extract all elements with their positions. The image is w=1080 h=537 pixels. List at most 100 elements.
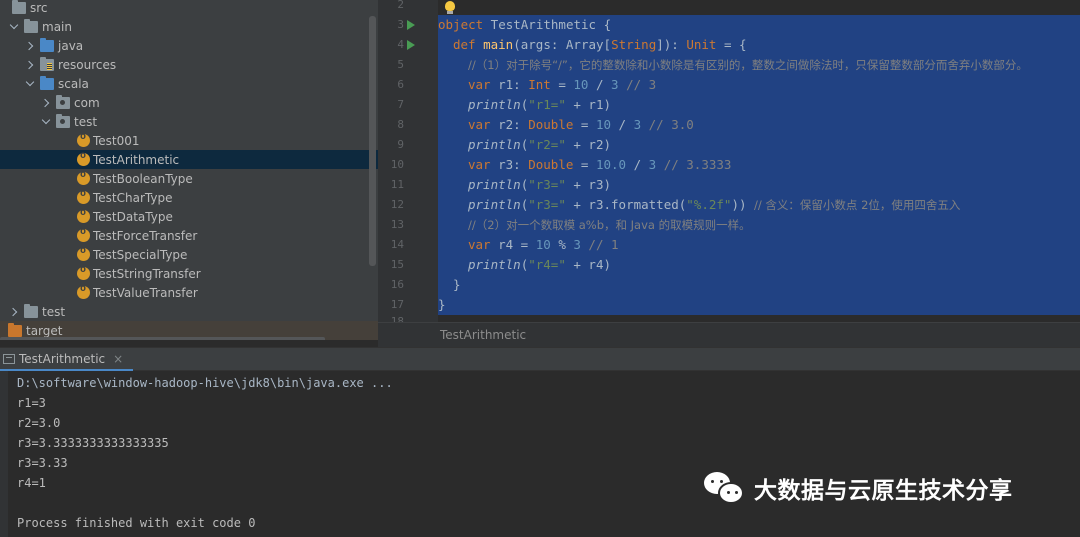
keyword: var <box>468 77 491 92</box>
tree-item-label: resources <box>58 57 117 72</box>
keyword: def <box>453 37 476 52</box>
breadcrumb-item[interactable]: TestArithmetic <box>440 328 526 342</box>
scala-object-icon <box>77 188 90 204</box>
tree-item-java[interactable]: java <box>0 36 378 55</box>
function-call: println <box>468 197 521 212</box>
console-line: r4=1 <box>17 476 46 490</box>
run-tool-window-header: TestArithmetic × <box>0 347 1080 371</box>
code-text: } <box>453 277 461 292</box>
tree-item-teststringtransfer[interactable]: TestStringTransfer <box>0 264 378 283</box>
watermark-text: 大数据与云原生技术分享 <box>754 478 1013 504</box>
tree-item-com[interactable]: com <box>0 93 378 112</box>
code-line-14[interactable]: var r4 = 10 % 3 // 1 <box>468 235 619 255</box>
tree-item-testchartype[interactable]: TestCharType <box>0 188 378 207</box>
code-text: r3: <box>490 157 529 172</box>
chevron-right-icon[interactable] <box>24 59 36 71</box>
tree-item-testarithmetic[interactable]: TestArithmetic <box>0 150 378 169</box>
tree-item-testdatatype[interactable]: TestDataType <box>0 207 378 226</box>
function-call: println <box>468 137 521 152</box>
code-line-8[interactable]: var r2: Double = 10 / 3 // 3.0 <box>468 115 694 135</box>
code-text: } <box>438 297 446 312</box>
type-name: String <box>611 37 657 52</box>
code-line-17[interactable]: } <box>438 295 446 315</box>
number-literal: 10 <box>535 237 551 252</box>
tree-item-label: TestStringTransfer <box>93 266 201 281</box>
code-line-13[interactable]: //（2）对一个数取模 a%b，和 Java 的取模规则一样。 <box>468 215 751 235</box>
function-name: main <box>483 37 514 52</box>
comment: // 1 <box>580 237 619 252</box>
tree-item-test-package[interactable]: test <box>0 112 378 131</box>
type-name: Double <box>528 157 574 172</box>
line-number: 12 <box>390 198 404 211</box>
code-line-15[interactable]: println("r4=" + r4) <box>468 255 611 275</box>
tree-item-test-folder[interactable]: test <box>0 302 378 321</box>
code-text: / <box>611 117 634 132</box>
code-line-12[interactable]: println("r3=" + r3.formatted("%.2f")) //… <box>468 195 960 215</box>
console-line: r3=3.3333333333333335 <box>17 436 169 450</box>
resources-folder-icon <box>40 56 54 71</box>
scala-object-icon <box>77 207 90 223</box>
chevron-right-icon[interactable] <box>8 306 20 318</box>
scala-object-icon <box>77 226 90 242</box>
package-icon <box>56 94 70 109</box>
string-literal: "r3=" <box>528 197 566 212</box>
tree-item-testforcetransfer[interactable]: TestForceTransfer <box>0 226 378 245</box>
close-icon[interactable]: × <box>113 352 123 366</box>
string-literal: "r4=" <box>528 257 566 272</box>
tree-item-testvaluetransfer[interactable]: TestValueTransfer <box>0 283 378 302</box>
folder-icon <box>24 18 38 33</box>
tree-item-main[interactable]: main <box>0 17 378 36</box>
run-tab[interactable]: TestArithmetic × <box>0 348 134 371</box>
chevron-right-icon[interactable] <box>40 97 52 109</box>
code-line-6[interactable]: var r1: Int = 10 / 3 // 3 <box>468 75 656 95</box>
tree-item-label: src <box>30 0 48 15</box>
comment: // 3.0 <box>641 117 694 132</box>
tree-item-testspecialtype[interactable]: TestSpecialType <box>0 245 378 264</box>
code-line-5[interactable]: //（1）对于除号“/”，它的整数除和小数除是有区别的，整数之间做除法时，只保留… <box>468 55 1028 75</box>
tree-item-label: TestBooleanType <box>93 171 193 186</box>
tree-item-src[interactable]: src <box>0 0 378 17</box>
code-line-11[interactable]: println("r3=" + r3) <box>468 175 611 195</box>
tree-horizontal-scrollbar[interactable] <box>0 337 325 340</box>
package-icon <box>56 113 70 128</box>
chevron-down-icon[interactable] <box>40 116 52 128</box>
code-text: + r4) <box>565 257 612 272</box>
run-gutter-icon[interactable] <box>407 40 415 50</box>
lightbulb-icon[interactable] <box>445 1 455 14</box>
type-name: Int <box>528 77 551 92</box>
code-text: = <box>573 117 596 132</box>
tree-item-label: scala <box>58 76 89 91</box>
comment: // 3 <box>618 77 657 92</box>
code-line-7[interactable]: println("r1=" + r1) <box>468 95 611 115</box>
chevron-right-icon[interactable] <box>24 40 36 52</box>
scala-object-icon <box>77 131 90 147</box>
tree-item-test001[interactable]: Test001 <box>0 131 378 150</box>
tree-item-testbooleantype[interactable]: TestBooleanType <box>0 169 378 188</box>
code-line-10[interactable]: var r3: Double = 10.0 / 3 // 3.3333 <box>468 155 731 175</box>
editor-breadcrumb[interactable]: TestArithmetic <box>378 322 1080 347</box>
function-call: println <box>468 257 521 272</box>
code-text: % <box>550 237 574 252</box>
chevron-down-icon[interactable] <box>24 78 36 90</box>
code-line-4[interactable]: def main(args: Array[String]): Unit = { <box>453 35 747 55</box>
tree-item-resources[interactable]: resources <box>0 55 378 74</box>
editor-gutter: 2 3 4 5 6 7 8 9 10 11 12 13 14 15 16 17 … <box>378 0 438 322</box>
scala-object-icon <box>77 283 90 299</box>
project-tree[interactable]: src main java resources scala com test T… <box>0 0 378 340</box>
line-number: 15 <box>390 258 404 271</box>
code-text: + r2) <box>565 137 612 152</box>
code-line-3[interactable]: object TestArithmetic { <box>438 15 611 35</box>
run-console[interactable]: D:\software\window-hadoop-hive\jdk8\bin\… <box>0 371 1080 537</box>
code-line-16[interactable]: } <box>453 275 461 295</box>
string-literal: "%.2f" <box>686 197 732 212</box>
code-line-9[interactable]: println("r2=" + r2) <box>468 135 611 155</box>
string-literal: "r2=" <box>528 137 566 152</box>
code-editor[interactable]: object TestArithmetic { def main(args: A… <box>438 0 1080 322</box>
console-line: r1=3 <box>17 396 46 410</box>
scala-object-icon <box>77 150 90 166</box>
chevron-down-icon[interactable] <box>8 21 20 33</box>
tree-vertical-scrollbar[interactable] <box>369 16 376 266</box>
tree-item-scala[interactable]: scala <box>0 74 378 93</box>
comment: //（1）对于除号“/”，它的整数除和小数除是有区别的，整数之间做除法时，只保留… <box>468 58 1028 72</box>
run-gutter-icon[interactable] <box>407 20 415 30</box>
